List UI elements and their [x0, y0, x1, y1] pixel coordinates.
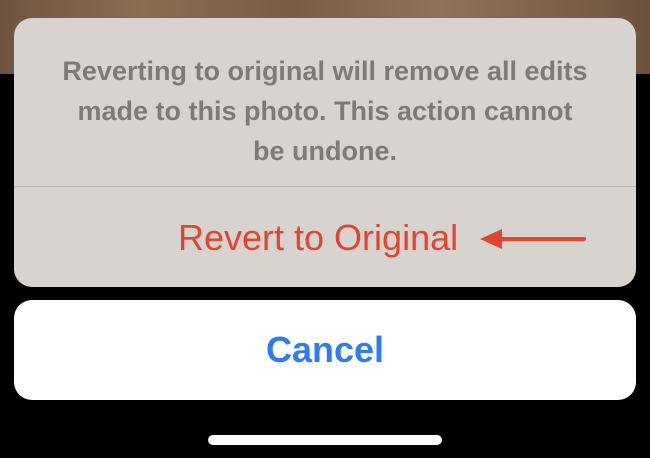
revert-to-original-button[interactable]: Revert to Original [14, 187, 636, 287]
revert-action-sheet: Reverting to original will remove all ed… [14, 18, 636, 287]
cancel-button[interactable]: Cancel [14, 300, 636, 400]
cancel-label: Cancel [265, 329, 385, 370]
message-line: Reverting to original will remove all ed… [62, 56, 588, 86]
message-line: made to this photo. This action cannot [77, 96, 573, 126]
message-line: be undone. [253, 136, 397, 166]
revert-to-original-label: Revert to Original [178, 217, 459, 258]
left-arrow-icon [480, 229, 586, 249]
home-indicator[interactable] [208, 435, 442, 445]
action-sheet-message: Reverting to original will remove all ed… [44, 51, 606, 171]
